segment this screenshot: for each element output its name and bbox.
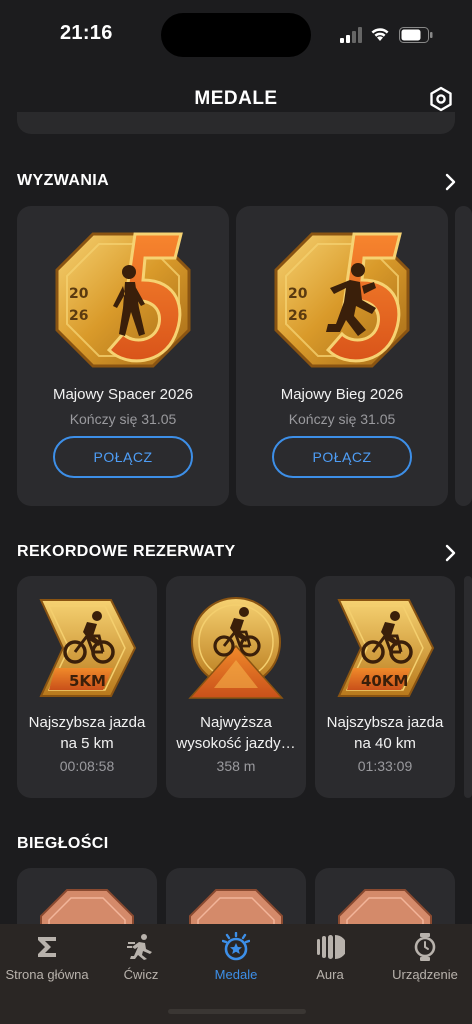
settings-icon <box>430 86 452 112</box>
svg-text:20: 20 <box>69 286 89 302</box>
records-more-button[interactable] <box>441 541 461 565</box>
record-name: Najszybsza jazda na 5 km <box>28 714 146 752</box>
wifi-icon <box>371 28 389 41</box>
challenge-card-run[interactable]: 20 26 Majowy Bieg 2026 Kończy się 31.05 … <box>236 206 448 506</box>
record-card-next[interactable] <box>464 576 472 798</box>
connect-button[interactable]: POŁĄCZ <box>272 436 412 478</box>
tab-medals[interactable]: Medale <box>189 924 283 994</box>
section-title-challenges: WYZWANIA <box>17 172 110 189</box>
home-indicator <box>168 1009 306 1014</box>
svg-text:20: 20 <box>288 286 308 302</box>
record-card-5km[interactable]: 5KM Najszybsza jazda na 5 km 00:08:58 <box>17 576 157 798</box>
challenge-end-date: Kończy się 31.05 <box>69 411 177 427</box>
chevron-right-icon <box>445 173 456 191</box>
altitude-medal-icon <box>188 597 284 699</box>
tab-home[interactable]: Strona główna <box>0 924 94 994</box>
medal-icon <box>222 932 250 961</box>
section-title-records: REKORDOWE REZERWATY <box>17 543 236 560</box>
badge-label: 40KM <box>361 672 408 690</box>
challenge-end-date: Kończy się 31.05 <box>288 411 396 427</box>
collapsed-summary-card[interactable] <box>17 112 455 134</box>
signal-icon <box>340 27 362 43</box>
battery-icon <box>399 27 433 43</box>
record-value: 358 m <box>216 758 256 774</box>
cycling-40km-medal-icon: 40KM <box>337 599 435 697</box>
connect-button[interactable]: POŁĄCZ <box>53 436 193 478</box>
page-title: MEDALE <box>194 88 278 109</box>
challenges-more-button[interactable] <box>441 170 461 194</box>
chevron-right-icon <box>445 544 456 562</box>
run-medal-icon: 20 26 <box>274 232 410 368</box>
aura-icon <box>317 935 345 959</box>
walk-medal-icon: 20 26 <box>55 232 191 368</box>
tab-workout[interactable]: Ćwicz <box>94 924 188 994</box>
sigma-icon <box>38 937 56 957</box>
status-bar: 21:16 <box>0 0 472 70</box>
challenge-card-next[interactable] <box>455 206 472 506</box>
record-card-altitude[interactable]: Najwyższa wysokość jazdy… 358 m <box>166 576 306 798</box>
challenge-name: Majowy Spacer 2026 <box>52 386 194 403</box>
challenge-card-walk[interactable]: 20 26 Majowy Spacer 2026 Kończy się 31.0… <box>17 206 229 506</box>
settings-button[interactable] <box>424 82 458 116</box>
runner-icon <box>127 934 152 960</box>
section-title-skills: BIEGŁOŚCI <box>17 835 109 852</box>
record-value: 00:08:58 <box>59 758 115 774</box>
tab-label: Aura <box>316 967 344 982</box>
tab-label: Medale <box>214 967 258 982</box>
badge-label: 5KM <box>69 672 106 690</box>
tab-device[interactable]: Urządzenie <box>378 924 472 994</box>
tab-label: Strona główna <box>5 967 89 982</box>
watch-icon <box>414 933 436 961</box>
cycling-5km-medal-icon: 5KM <box>39 599 137 697</box>
record-card-40km[interactable]: 40KM Najszybsza jazda na 40 km 01:33:09 <box>315 576 455 798</box>
status-time: 21:16 <box>60 22 113 44</box>
tab-label: Ćwicz <box>123 967 159 982</box>
tab-aura[interactable]: Aura <box>283 924 377 994</box>
challenge-name: Majowy Bieg 2026 <box>280 386 404 403</box>
record-name: Najszybsza jazda na 40 km <box>326 714 444 752</box>
record-value: 01:33:09 <box>357 758 413 774</box>
dynamic-island <box>161 13 311 57</box>
record-name: Najwyższa wysokość jazdy… <box>176 714 296 752</box>
svg-text:26: 26 <box>288 308 307 324</box>
svg-text:26: 26 <box>69 308 88 324</box>
tab-label: Urządzenie <box>392 967 458 982</box>
